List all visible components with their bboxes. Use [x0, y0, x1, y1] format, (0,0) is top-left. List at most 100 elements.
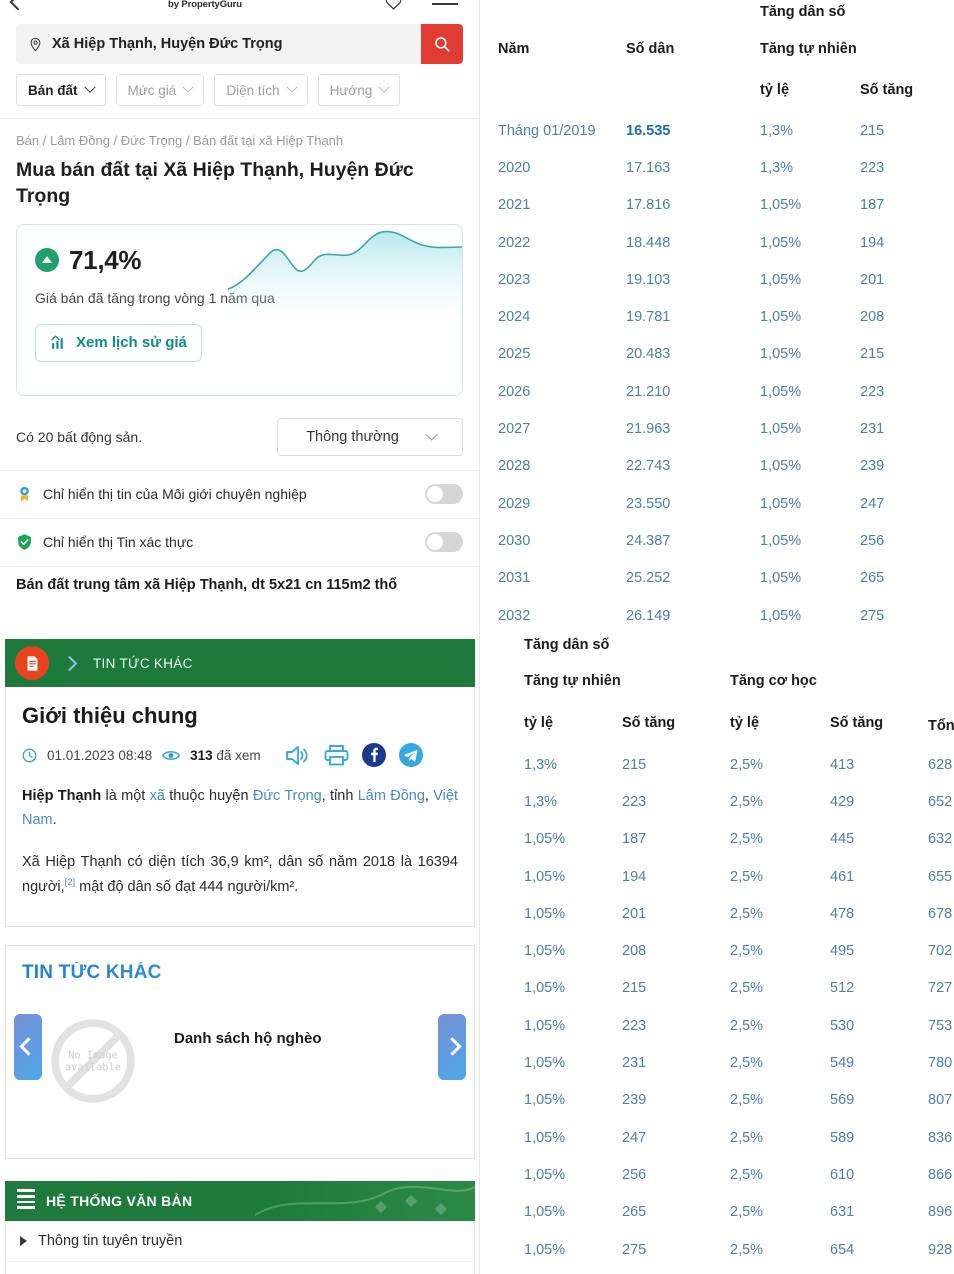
- natural-rate-cell: 1,3%: [524, 793, 558, 810]
- sort-select[interactable]: Thông thường: [277, 417, 463, 456]
- group-header-tang-dan-so: Tăng dân số: [524, 637, 610, 653]
- chevron-down-icon: [285, 81, 298, 93]
- natural-rate-cell: 1,05%: [760, 197, 802, 214]
- clock-icon: [22, 748, 37, 762]
- table-row: 1,05% 194 2,5% 461 655: [524, 858, 954, 895]
- subcol-header-ty-le: tỷ lệ: [760, 82, 790, 98]
- printer-icon[interactable]: [324, 744, 349, 766]
- chevron-right-icon: [61, 655, 78, 671]
- facebook-icon[interactable]: [361, 743, 386, 767]
- heart-icon[interactable]: [385, 0, 402, 11]
- col-header-tang-tu-nhien: Tăng tự nhiên: [760, 41, 857, 57]
- chevron-left-icon: [18, 1037, 38, 1056]
- mechanical-increase-cell: 461: [830, 868, 855, 885]
- realestate-app-panel: ∞∞ by PropertyGuru Xã Hiệp Thạnh, Huyện …: [0, 0, 480, 1274]
- mechanical-increase-cell: 631: [830, 1204, 855, 1221]
- link-duc-trong[interactable]: Đức Trọng: [253, 788, 322, 804]
- link-lam-dong[interactable]: Lâm Đồng: [358, 788, 425, 804]
- toggle-verified[interactable]: Chỉ hiển thị Tin xác thực: [0, 517, 479, 566]
- natural-increase-cell: 201: [860, 271, 885, 288]
- mechanical-rate-cell: 2,5%: [730, 1166, 764, 1183]
- telegram-icon[interactable]: [398, 743, 423, 767]
- mechanical-increase-cell: 569: [830, 1092, 855, 1109]
- population-cell: 21.963: [626, 421, 671, 438]
- total-cell: 727: [928, 980, 953, 997]
- mechanical-increase-cell: 589: [830, 1129, 855, 1146]
- natural-rate-cell: 1,05%: [760, 383, 802, 400]
- natural-rate-cell: 1,05%: [524, 1204, 566, 1221]
- natural-increase-cell: 187: [622, 831, 647, 848]
- population-cell: 22.743: [626, 458, 671, 475]
- total-cell: 678: [928, 905, 953, 922]
- natural-increase-cell: 187: [860, 197, 885, 214]
- carousel-item-title[interactable]: Danh sách hộ nghèo: [174, 1030, 322, 1047]
- mechanical-increase-cell: 549: [830, 1055, 855, 1072]
- table-head: Tăng dân số Năm Số dân Tăng tự nhiên Tăn…: [498, 0, 954, 112]
- search-button[interactable]: [421, 24, 463, 64]
- natural-increase-cell: 215: [622, 980, 647, 997]
- toggle-verified-switch[interactable]: [425, 532, 463, 553]
- table-row: 202218.4481,05%1942,5%: [498, 224, 954, 261]
- table-header-row-1: Năm Số dân Tăng tự nhiên Tăng: [498, 30, 954, 68]
- natural-increase-cell: 239: [860, 458, 885, 475]
- carousel-prev-button[interactable]: [14, 1013, 42, 1080]
- filter-chip-muc-gia[interactable]: Mức giá: [115, 74, 205, 106]
- reference-marker[interactable]: [2]: [65, 877, 76, 888]
- document-system-header: HỆ THỐNG VĂN BẢN: [5, 1180, 475, 1221]
- brand-logo: ∞∞ by PropertyGuru: [168, 0, 242, 10]
- text-fragment: ,: [424, 788, 434, 804]
- brand-subtitle: by PropertyGuru: [168, 0, 242, 10]
- mechanical-rate-cell: 2,5%: [730, 868, 764, 885]
- table-row: 202621.2101,05%2232,5%: [498, 373, 954, 410]
- year-cell: 2022: [498, 234, 531, 251]
- search-input-value: Xã Hiệp Thạnh, Huyện Đức Trọng: [52, 36, 283, 52]
- table-row: 202822.7431,05%2392,5%: [498, 448, 954, 485]
- filter-chip-huong[interactable]: Hướng: [317, 74, 401, 106]
- year-cell: 2031: [498, 570, 531, 587]
- speaker-icon[interactable]: [285, 745, 311, 766]
- listing-item-title[interactable]: Bán đất trung tâm xã Hiệp Thạnh, dt 5x21…: [0, 565, 479, 593]
- other-news-bar-label: TIN TỨC KHÁC: [93, 655, 193, 671]
- toggle-pro-agent-switch[interactable]: [425, 484, 463, 505]
- header-decoration: [255, 1185, 475, 1216]
- filter-chip-dien-tich[interactable]: Diện tích: [214, 74, 308, 106]
- view-price-history-button[interactable]: Xem lịch sử giá: [35, 323, 202, 362]
- text-fragment: , tỉnh: [321, 788, 358, 804]
- app-top-bar: ∞∞ by PropertyGuru: [0, 0, 479, 14]
- year-cell: 2027: [498, 421, 531, 438]
- col-header-tang-tu-nhien: Tăng tự nhiên: [524, 673, 621, 689]
- table-row: 202017.1631,3%2232,5%: [498, 149, 954, 186]
- mechanical-increase-cell: 677: [830, 1268, 928, 1274]
- arrow-up-icon: [35, 248, 59, 273]
- link-xa[interactable]: xã: [150, 788, 165, 804]
- table-row: 1,05% 265 2,5% 631 896: [524, 1194, 954, 1231]
- chevron-right-icon: [442, 1037, 462, 1056]
- no-image-placeholder-icon: No Image available: [51, 1018, 135, 1103]
- filter-chip-label: Bán đất: [28, 82, 78, 98]
- natural-rate-cell: 1,05%: [524, 905, 566, 922]
- search-input[interactable]: Xã Hiệp Thạnh, Huyện Đức Trọng: [16, 24, 463, 64]
- total-cell: 780: [928, 1055, 953, 1072]
- population-growth-detail-table-wrapper: Tăng dân số Tăng tự nhiên Tăng cơ học Tổ…: [480, 628, 954, 1274]
- col-header-nam: Năm: [498, 41, 530, 57]
- doc-item-0[interactable]: Thông tin tuyên truyền: [5, 1220, 475, 1262]
- view-price-history-label: Xem lịch sử giá: [76, 334, 187, 352]
- mechanical-rate-cell: 2,5%: [730, 831, 764, 848]
- natural-increase-cell: 256: [622, 1166, 647, 1183]
- population-cell: 17.816: [626, 197, 671, 214]
- mechanical-increase-cell: 429: [830, 793, 855, 810]
- carousel-next-button[interactable]: [438, 1013, 466, 1080]
- doc-item-label: Thông tin tuyên truyền: [38, 1232, 183, 1249]
- year-cell: 2029: [498, 495, 531, 512]
- hamburger-icon[interactable]: [432, 3, 458, 5]
- table-row: 202721.9631,05%2312,5%: [498, 410, 954, 447]
- document-system-section: HỆ THỐNG VĂN BẢN Thông tin tuyên truyền …: [5, 1180, 475, 1274]
- toggle-pro-agent[interactable]: Chỉ hiển thị tin của Môi giới chuyên ngh…: [0, 469, 479, 518]
- table-row: 1,05% 187 2,5% 445 632: [524, 821, 954, 858]
- back-chevron-icon[interactable]: [9, 0, 27, 11]
- results-count: Có 20 bất động sản.: [16, 428, 143, 445]
- filter-chip-ban-dat[interactable]: Bán đất: [16, 74, 106, 106]
- doc-item-1[interactable]: Dành cho nhà nông: [5, 1261, 475, 1274]
- breadcrumb[interactable]: Bán / Lâm Đồng / Đức Trọng / Bán đất tại…: [0, 119, 479, 148]
- other-news-bar[interactable]: TIN TỨC KHÁC: [5, 639, 475, 687]
